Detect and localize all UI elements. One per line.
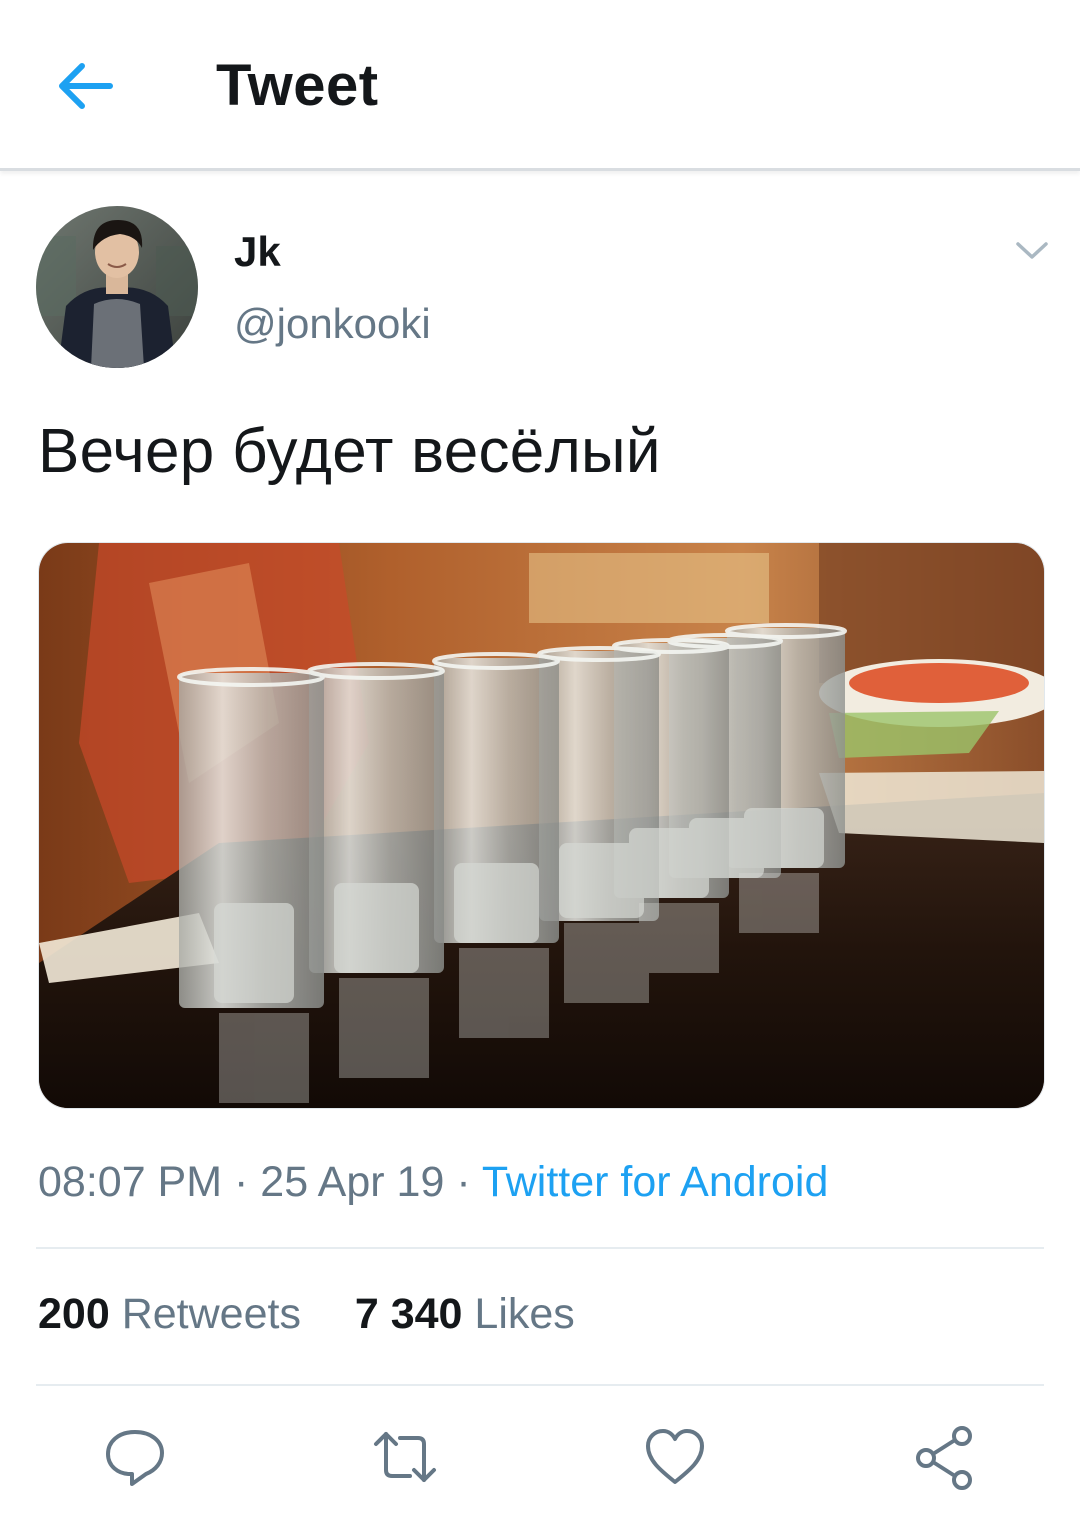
tweet-stats: 200 Retweets 7 340 Likes (38, 1290, 575, 1339)
like-button[interactable] (640, 1422, 710, 1492)
tweet-time: 08:07 PM (38, 1158, 223, 1206)
page-title: Tweet (216, 53, 379, 118)
retweets-stat[interactable]: 200 Retweets (38, 1290, 301, 1338)
meta-separator: · (222, 1158, 261, 1206)
user-handle[interactable]: @jonkooki (234, 300, 431, 348)
more-options-button[interactable] (1010, 232, 1054, 268)
tweet-date: 25 Apr 19 (260, 1158, 445, 1206)
action-bar (0, 1410, 1080, 1500)
retweets-count: 200 (38, 1290, 110, 1338)
meta-separator: · (444, 1158, 482, 1206)
divider (36, 1384, 1044, 1386)
display-name[interactable]: Jk (234, 228, 281, 276)
top-bar: Tweet (0, 0, 1080, 171)
tweet-text: Вечер будет весёлый (38, 417, 661, 486)
retweet-button[interactable] (370, 1422, 440, 1492)
likes-stat[interactable]: 7 340 Likes (355, 1290, 575, 1338)
reply-button[interactable] (100, 1422, 170, 1492)
like-icon (646, 1429, 704, 1484)
likes-count: 7 340 (354, 1290, 463, 1338)
retweets-label: Retweets (121, 1290, 301, 1338)
avatar[interactable] (36, 206, 198, 368)
tweet-photo[interactable] (38, 542, 1045, 1109)
arrow-left-icon (59, 63, 113, 109)
share-button[interactable] (910, 1422, 980, 1492)
divider (36, 1247, 1044, 1249)
tweet-meta: 08:07 PM · 25 Apr 19 · Twitter for Andro… (38, 1158, 828, 1207)
tweet-source-link[interactable]: Twitter for Android (482, 1158, 829, 1206)
retweet-icon (374, 1432, 436, 1482)
share-icon (916, 1426, 972, 1490)
back-button[interactable] (52, 54, 116, 118)
chevron-down-icon (1016, 242, 1048, 259)
reply-icon (106, 1430, 164, 1486)
likes-label: Likes (474, 1290, 575, 1338)
